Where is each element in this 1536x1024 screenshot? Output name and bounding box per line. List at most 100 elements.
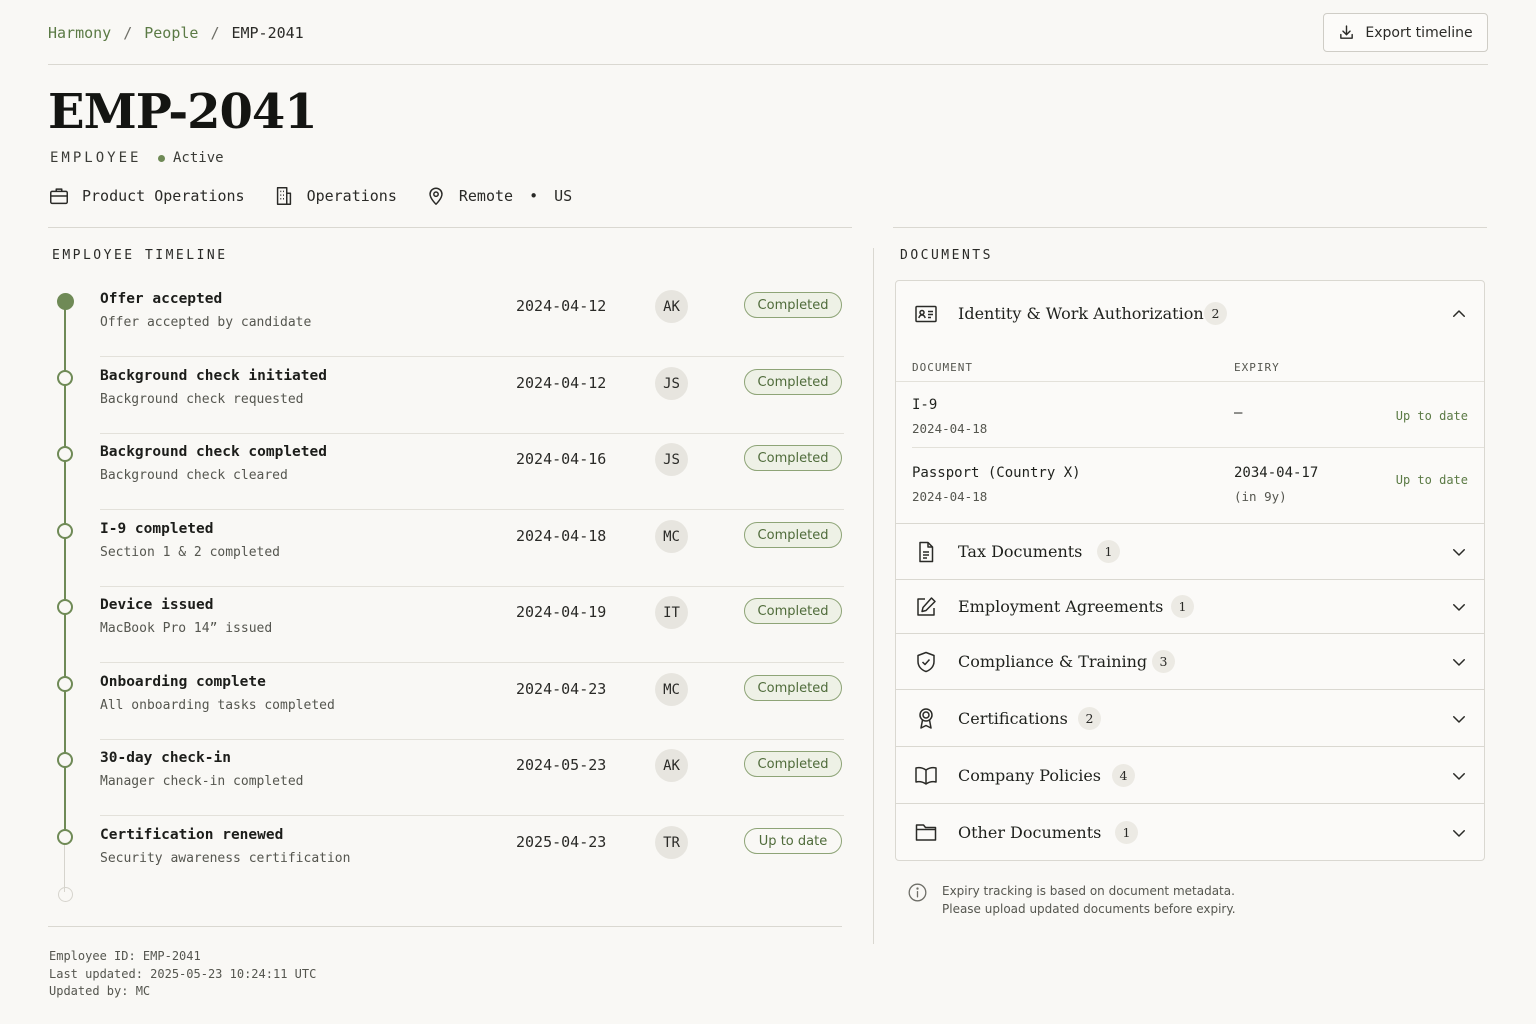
chevron-down-icon[interactable] [1450, 767, 1468, 785]
doc-group-name: Tax Documents [958, 542, 1083, 561]
status-badge: Completed [744, 445, 842, 471]
event-description: Background check cleared [100, 468, 288, 483]
doc-group-name: Other Documents [958, 823, 1102, 842]
document-status: Up to date [1395, 473, 1468, 487]
chevron-down-icon[interactable] [1450, 598, 1468, 616]
event-name: Background check completed [100, 444, 327, 460]
expiry-note-line: Expiry tracking is based on document met… [942, 884, 1235, 898]
award-icon [919, 708, 933, 729]
info-icon [908, 883, 927, 902]
event-name: Offer accepted [100, 291, 223, 307]
document-expiry: 2034-04-17 [1234, 465, 1319, 481]
timeline-node-icon [57, 370, 73, 386]
breadcrumb-current: EMP-2041 [231, 24, 304, 42]
doc-group-count: 1 [1097, 540, 1120, 563]
breadcrumb-people[interactable]: People [144, 24, 198, 42]
briefcase-icon [50, 188, 68, 205]
doc-group-policies[interactable]: Company Policies 4 [896, 746, 1484, 803]
chevron-down-icon[interactable] [1450, 653, 1468, 671]
table-row[interactable]: Passport (Country X) 2024-04-18 2034-04-… [912, 451, 1468, 517]
event-date: 2024-04-18 [516, 527, 607, 545]
document-status: Up to date [1395, 409, 1468, 423]
timeline-node-icon [56, 293, 74, 310]
event-date: 2024-04-12 [516, 374, 607, 392]
doc-group-identity[interactable]: Identity & Work Authorization 2 [896, 281, 1484, 347]
timeline-event[interactable]: 30-day check-in Manager check-in complet… [48, 739, 844, 816]
meta-department: Product Operations [48, 185, 245, 207]
documents-panel: Identity & Work Authorization 2 DOCUMENT… [895, 280, 1485, 861]
chevron-down-icon[interactable] [1450, 543, 1468, 561]
file-icon [919, 541, 934, 563]
timeline-title: EMPLOYEE TIMELINE [52, 248, 228, 263]
timeline-node-icon [57, 676, 73, 692]
country-label: US [554, 187, 573, 205]
meta-location: Remote • US [425, 185, 572, 207]
page-title: EMP-2041 [48, 84, 318, 140]
timeline-event[interactable]: Background check completed Background ch… [48, 433, 844, 510]
event-date: 2024-04-23 [516, 680, 607, 698]
event-date: 2025-04-23 [516, 833, 607, 851]
doc-group-name: Identity & Work Authorization [958, 304, 1204, 323]
table-row[interactable]: I-9 2024-04-18 — Up to date [912, 383, 1468, 449]
status-badge: Completed [744, 292, 842, 318]
timeline-node-icon [57, 523, 73, 539]
event-name: I-9 completed [100, 521, 214, 537]
doc-group-certifications[interactable]: Certifications 2 [896, 689, 1484, 746]
doc-group-tax[interactable]: Tax Documents 1 [896, 523, 1484, 579]
pen-square-icon [917, 597, 936, 616]
doc-group-count: 1 [1115, 821, 1138, 844]
export-timeline-label: Export timeline [1365, 24, 1473, 41]
chevron-up-icon[interactable] [1450, 305, 1468, 323]
doc-group-count: 2 [1204, 302, 1227, 325]
documents-title: DOCUMENTS [900, 248, 993, 263]
location-label: Remote [458, 187, 514, 205]
breadcrumb-harmony[interactable]: Harmony [48, 24, 111, 42]
shield-check-icon [917, 651, 935, 673]
timeline-node-icon [57, 446, 73, 462]
timeline-event[interactable]: Certification renewed Security awareness… [48, 816, 844, 893]
timeline-event[interactable]: Device issued MacBook Pro 14” issued 202… [48, 586, 844, 663]
status-badge: Completed [744, 598, 842, 624]
timeline-event[interactable]: Offer accepted Offer accepted by candida… [48, 280, 844, 357]
document-expiry: — [1234, 405, 1243, 421]
column-separator [873, 248, 874, 944]
divider [896, 381, 1484, 382]
divider [912, 447, 1484, 448]
event-date: 2024-04-19 [516, 603, 607, 621]
status-badge: Completed [744, 675, 842, 701]
export-timeline-button[interactable]: Export timeline [1323, 13, 1488, 52]
divider [48, 926, 842, 927]
event-name: Onboarding complete [100, 674, 266, 690]
doc-group-compliance[interactable]: Compliance & Training 3 [896, 633, 1484, 689]
folder-icon [915, 824, 937, 841]
event-description: Background check requested [100, 392, 304, 407]
breadcrumb-separator: / [210, 24, 220, 42]
avatar: JS [655, 443, 688, 476]
documents-table-header: DOCUMENT EXPIRY [912, 361, 1484, 383]
timeline-event[interactable]: Onboarding complete All onboarding tasks… [48, 663, 844, 740]
timeline-event[interactable]: I-9 completed Section 1 & 2 completed 20… [48, 510, 844, 587]
document-date: 2024-04-18 [912, 489, 988, 504]
chevron-down-icon[interactable] [1450, 824, 1468, 842]
header-divider [48, 64, 1488, 65]
doc-group-name: Employment Agreements [958, 597, 1164, 616]
column-document: DOCUMENT [912, 361, 973, 374]
column-expiry: EXPIRY [1234, 361, 1280, 374]
status-badge: Up to date [744, 828, 842, 854]
map-pin-icon [429, 187, 443, 205]
divider [893, 227, 1487, 228]
timeline-node-icon [57, 829, 73, 845]
avatar: TR [655, 826, 688, 859]
employee-meta: Product Operations Operations Remote • U… [48, 185, 600, 207]
division-label: Operations [306, 187, 397, 205]
book-open-icon [915, 766, 937, 785]
doc-group-employment[interactable]: Employment Agreements 1 [896, 579, 1484, 633]
employee-id-text: Employee ID: EMP-2041 [49, 949, 201, 963]
doc-group-name: Company Policies [958, 766, 1101, 785]
doc-group-other[interactable]: Other Documents 1 [896, 803, 1484, 860]
event-date: 2024-04-16 [516, 450, 607, 468]
timeline-event[interactable]: Background check initiated Background ch… [48, 357, 844, 434]
avatar: JS [655, 367, 688, 400]
doc-group-name: Compliance & Training [958, 652, 1148, 671]
chevron-down-icon[interactable] [1450, 710, 1468, 728]
